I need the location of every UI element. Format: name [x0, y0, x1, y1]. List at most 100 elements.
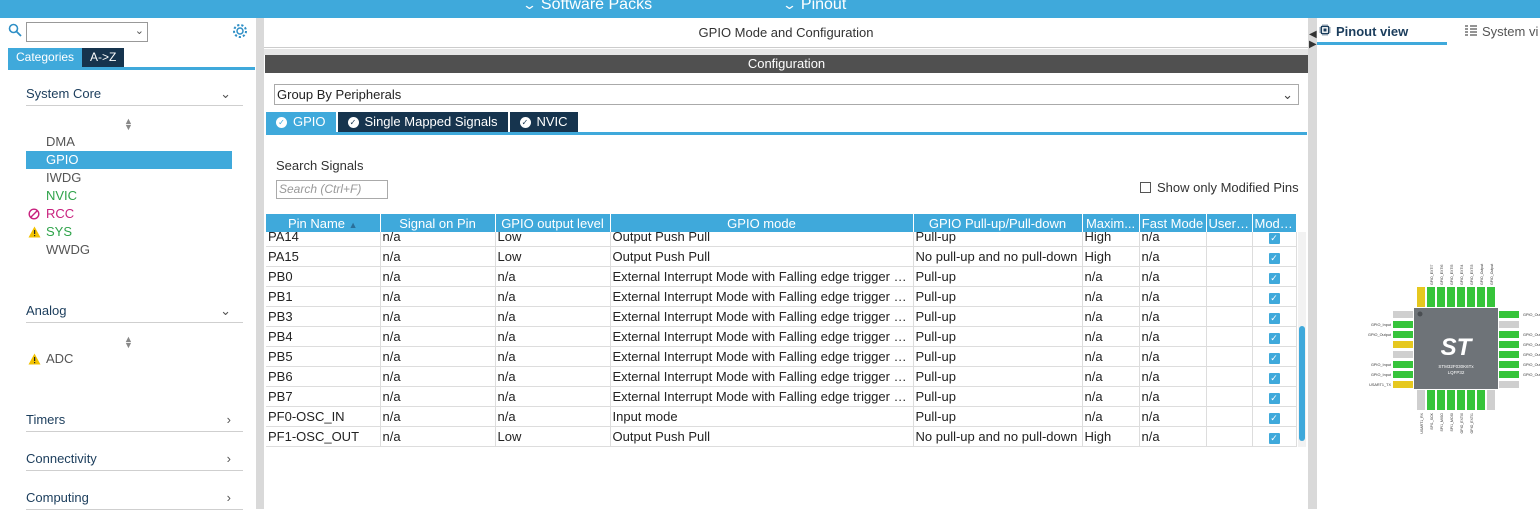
fast-mode-cell[interactable]: n/a [1139, 246, 1207, 267]
table-row[interactable]: PB3 n/a n/a External Interrupt Mode with Fa… [266, 306, 1297, 327]
fast-mode-cell[interactable]: n/a [1139, 326, 1207, 347]
tab-system-view[interactable]: System vi [1465, 24, 1538, 39]
output-level-cell[interactable]: n/a [495, 386, 611, 407]
sort-arrows-icon[interactable]: ▲ ▼ [124, 117, 133, 132]
column-header-pin-name[interactable]: Pin Name ▲ [266, 214, 381, 232]
modified-checkbox[interactable]: ✓ [1268, 412, 1280, 424]
pull-cell[interactable]: No pull-up and no pull-down [913, 426, 1083, 447]
fast-mode-cell[interactable]: n/a [1139, 346, 1207, 367]
column-header-user-label[interactable]: User ... [1206, 214, 1253, 232]
signal-cell[interactable]: n/a [380, 266, 496, 287]
fast-mode-cell[interactable]: n/a [1139, 232, 1207, 247]
fast-mode-cell[interactable]: n/a [1139, 286, 1207, 307]
search-signals-input[interactable]: Search (Ctrl+F) [276, 180, 388, 199]
max-speed-cell[interactable]: High [1082, 232, 1140, 247]
column-header-max-speed[interactable]: Maxim... [1082, 214, 1140, 232]
pin-name-cell[interactable]: PB3 [266, 306, 381, 327]
signal-cell[interactable]: n/a [380, 286, 496, 307]
user-label-cell[interactable] [1206, 426, 1253, 447]
sidebar-item-iwdg[interactable]: IWDG [26, 169, 232, 187]
table-row[interactable]: PB1 n/a n/a External Interrupt Mode with Fa… [266, 286, 1297, 307]
output-level-cell[interactable]: n/a [495, 306, 611, 327]
signal-cell[interactable]: n/a [380, 366, 496, 387]
pull-cell[interactable]: Pull-up [913, 406, 1083, 427]
fast-mode-cell[interactable]: n/a [1139, 406, 1207, 427]
gpio-mode-cell[interactable]: Output Push Pull [610, 246, 914, 267]
gpio-mode-cell[interactable]: External Interrupt Mode with Falling edg… [610, 346, 914, 367]
pin-name-cell[interactable]: PF0-OSC_IN [266, 406, 381, 427]
user-label-cell[interactable] [1206, 246, 1253, 267]
category-system-core[interactable]: System Core ⌄ [26, 86, 243, 106]
modified-checkbox[interactable]: ✓ [1268, 332, 1280, 344]
signal-cell[interactable]: n/a [380, 346, 496, 367]
signal-cell[interactable]: n/a [380, 406, 496, 427]
table-row[interactable]: PA14 n/a Low Output Push Pull Pull-up High n/a… [266, 232, 1297, 247]
gear-icon[interactable] [232, 23, 249, 40]
pin-name-cell[interactable]: PB4 [266, 326, 381, 347]
user-label-cell[interactable] [1206, 366, 1253, 387]
sidebar-item-dma[interactable]: DMA [26, 133, 232, 151]
fast-mode-cell[interactable]: n/a [1139, 306, 1207, 327]
column-header-gpio-mode[interactable]: GPIO mode [610, 214, 914, 232]
sort-arrows-icon[interactable]: ▲ ▼ [124, 335, 133, 350]
output-level-cell[interactable]: n/a [495, 366, 611, 387]
signal-cell[interactable]: n/a [380, 326, 496, 347]
modified-checkbox[interactable]: ✓ [1268, 372, 1280, 384]
signal-cell[interactable]: n/a [380, 246, 496, 267]
max-speed-cell[interactable]: n/a [1082, 366, 1140, 387]
collapse-icon[interactable]: ◀ ▶ [1309, 30, 1317, 50]
max-speed-cell[interactable]: n/a [1082, 326, 1140, 347]
gpio-mode-cell[interactable]: Output Push Pull [610, 426, 914, 447]
category-computing[interactable]: Computing › [26, 490, 243, 510]
column-header-fast-mode[interactable]: Fast Mode [1139, 214, 1207, 232]
gpio-mode-cell[interactable]: External Interrupt Mode with Falling edg… [610, 306, 914, 327]
user-label-cell[interactable] [1206, 232, 1253, 247]
right-splitter[interactable]: ◀ ▶ [1308, 18, 1317, 509]
pull-cell[interactable]: Pull-up [913, 286, 1083, 307]
pin-name-cell[interactable]: PB0 [266, 266, 381, 287]
search-icon[interactable] [8, 23, 26, 41]
sidebar-item-sys[interactable]: SYS [26, 223, 232, 241]
max-speed-cell[interactable]: n/a [1082, 386, 1140, 407]
software-packs-menu[interactable]: ⌄ Software Packs [522, 0, 652, 14]
max-speed-cell[interactable]: n/a [1082, 306, 1140, 327]
output-level-cell[interactable]: Low [495, 232, 611, 247]
signal-cell[interactable]: n/a [380, 306, 496, 327]
gpio-mode-cell[interactable]: External Interrupt Mode with Falling edg… [610, 286, 914, 307]
pin-name-cell[interactable]: PB1 [266, 286, 381, 307]
signal-cell[interactable]: n/a [380, 426, 496, 447]
fast-mode-cell[interactable]: n/a [1139, 426, 1207, 447]
checkbox[interactable] [1140, 182, 1151, 193]
max-speed-cell[interactable]: n/a [1082, 346, 1140, 367]
pull-cell[interactable]: Pull-up [913, 386, 1083, 407]
modified-checkbox[interactable]: ✓ [1268, 292, 1280, 304]
fast-mode-cell[interactable]: n/a [1139, 266, 1207, 287]
category-analog[interactable]: Analog ⌄ [26, 303, 243, 323]
gpio-mode-cell[interactable]: External Interrupt Mode with Falling edg… [610, 266, 914, 287]
max-speed-cell[interactable]: n/a [1082, 266, 1140, 287]
modified-checkbox[interactable]: ✓ [1268, 392, 1280, 404]
user-label-cell[interactable] [1206, 346, 1253, 367]
output-level-cell[interactable]: n/a [495, 346, 611, 367]
tab-single-mapped-signals[interactable]: ✓ Single Mapped Signals [337, 112, 508, 132]
gpio-mode-cell[interactable]: External Interrupt Mode with Falling edg… [610, 386, 914, 407]
table-row[interactable]: PA15 n/a Low Output Push Pull No pull-up and… [266, 246, 1297, 267]
table-row[interactable]: PF0-OSC_IN n/a n/a Input mode Pull-up n/a n/a ✓ [266, 406, 1297, 427]
pin-name-cell[interactable]: PF1-OSC_OUT [266, 426, 381, 447]
table-row[interactable]: PF1-OSC_OUT n/a Low Output Push Pull No pull… [266, 426, 1297, 447]
output-level-cell[interactable]: Low [495, 426, 611, 447]
sidebar-item-nvic[interactable]: NVIC [26, 187, 232, 205]
user-label-cell[interactable] [1206, 286, 1253, 307]
tab-a-z[interactable]: A->Z [82, 48, 125, 67]
pull-cell[interactable]: Pull-up [913, 326, 1083, 347]
user-label-cell[interactable] [1206, 406, 1253, 427]
tab-pinout-view[interactable]: Pinout view [1319, 24, 1408, 39]
modified-checkbox[interactable]: ✓ [1268, 312, 1280, 324]
pin-name-cell[interactable]: PB6 [266, 366, 381, 387]
tab-nvic[interactable]: ✓ NVIC [509, 112, 578, 132]
sidebar-item-gpio[interactable]: GPIO [26, 151, 232, 169]
user-label-cell[interactable] [1206, 266, 1253, 287]
modified-checkbox[interactable]: ✓ [1268, 233, 1280, 244]
max-speed-cell[interactable]: n/a [1082, 286, 1140, 307]
modified-checkbox[interactable]: ✓ [1268, 252, 1280, 264]
